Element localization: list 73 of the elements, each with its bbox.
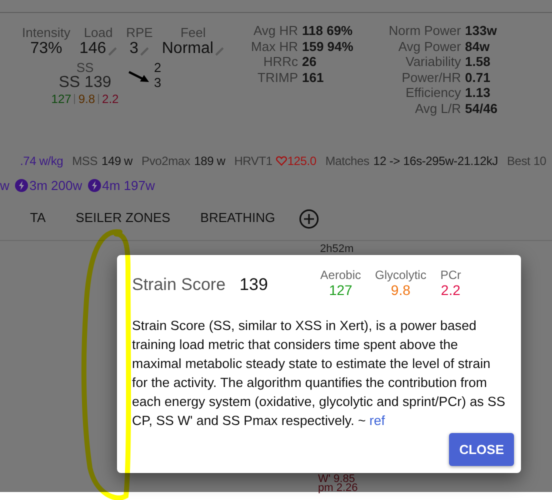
strain-value: SS 139	[58, 75, 112, 91]
stat-label: Avg Power	[397, 38, 461, 54]
stat-label: HRRc	[262, 54, 298, 70]
system-label: Aerobic	[320, 268, 361, 282]
metric-label: Intensity	[22, 25, 70, 40]
stat-value: 159 94%	[302, 38, 354, 54]
lightning-icon	[15, 179, 28, 192]
threshold-value: .74 w/kg	[20, 153, 64, 170]
stat-label: Norm Power	[388, 23, 461, 38]
stat-label: Avg HR	[252, 23, 298, 38]
dialog-description: Strain Score (SS, similar to XSS in Xert), is a power based training load metric that considers time spent above the maximal metabolic steady state to estimate the level of strain for the activity. The algorithm quantifies the contribution from each energy system (oxidative, glycolytic and sprint/PCr) as SS CP, SS W' and SS Pmax respectively. ~ ref	[132, 317, 506, 430]
stat-value: 133w	[465, 23, 498, 38]
annotation-label: 3	[154, 75, 162, 90]
system-label: PCr	[440, 268, 461, 282]
metric-value: 3	[130, 40, 138, 58]
system-label: Glycolytic	[374, 268, 426, 282]
heart-icon	[276, 156, 288, 166]
stat-value: 54/46	[465, 100, 498, 116]
pencil-icon[interactable]	[140, 46, 150, 56]
close-button[interactable]: CLOSE	[449, 433, 514, 466]
system-value: 2.2	[440, 282, 460, 298]
stat-value: 161	[302, 70, 325, 85]
effort-value: 3m 200w	[29, 177, 82, 195]
threshold-value: 189 w	[194, 153, 226, 170]
threshold-label: HRVT1	[234, 153, 272, 170]
ref-link[interactable]: ref	[369, 413, 385, 428]
threshold-label: MSS	[72, 153, 98, 170]
lightning-icon	[88, 179, 102, 192]
system-value: 9.8	[390, 282, 410, 298]
threshold-value: 12 -> 16s-295w-21.12kJ	[373, 153, 498, 170]
metric-value: 146	[79, 40, 106, 58]
add-icon[interactable]	[299, 208, 320, 228]
stat-label: Power/HR	[400, 70, 461, 85]
strain-part: 127	[51, 92, 72, 106]
stat-label: TRIMP	[256, 70, 298, 85]
metric-label: RPE	[126, 25, 153, 40]
stat-value: 1.13	[465, 85, 492, 100]
arrow-icon	[128, 70, 150, 84]
metric-value: Normal	[162, 40, 214, 58]
tab[interactable]: BREATHING	[200, 204, 276, 232]
annotation-label: 2	[154, 60, 162, 75]
threshold-label: Best 10	[506, 153, 546, 170]
stat-label: Variability	[404, 54, 461, 70]
effort-value: 4m 197w	[102, 177, 155, 195]
stat-value: 118 69%	[302, 23, 354, 38]
pencil-icon[interactable]	[108, 46, 118, 56]
tab[interactable]: TA	[30, 204, 46, 232]
dialog-value: 139	[240, 274, 268, 296]
threshold-value: 125.0	[287, 153, 316, 170]
stat-label: Max HR	[250, 38, 298, 54]
metric-value: 73%	[30, 40, 62, 58]
background-value: W' 9.85	[318, 475, 355, 484]
system-value: 127	[328, 282, 352, 298]
background-value: 2h52m	[320, 245, 354, 254]
stat-value: 26	[302, 54, 318, 70]
stat-value: 84w	[465, 38, 491, 54]
stat-value: 1.58	[465, 54, 492, 70]
dialog-title: Strain Score	[132, 274, 226, 296]
background-value: pm 2.26	[318, 484, 358, 493]
stat-label: Efficiency	[404, 85, 461, 100]
threshold-label: Matches	[325, 153, 370, 170]
effort-value: w	[0, 177, 10, 195]
stat-label: Avg L/R	[414, 100, 461, 116]
metric-label: Feel	[180, 25, 206, 40]
strain-part: 9.8	[78, 92, 96, 106]
metric-label: Load	[84, 25, 113, 40]
metric-label: SS	[76, 60, 94, 75]
tab[interactable]: SEILER ZONES	[76, 204, 170, 232]
pencil-icon[interactable]	[215, 46, 224, 56]
threshold-value: 149 w	[102, 153, 133, 170]
stat-value: 0.71	[465, 70, 492, 85]
threshold-label: Pvo2max	[142, 153, 190, 170]
strain-part: 2.2	[102, 92, 119, 106]
